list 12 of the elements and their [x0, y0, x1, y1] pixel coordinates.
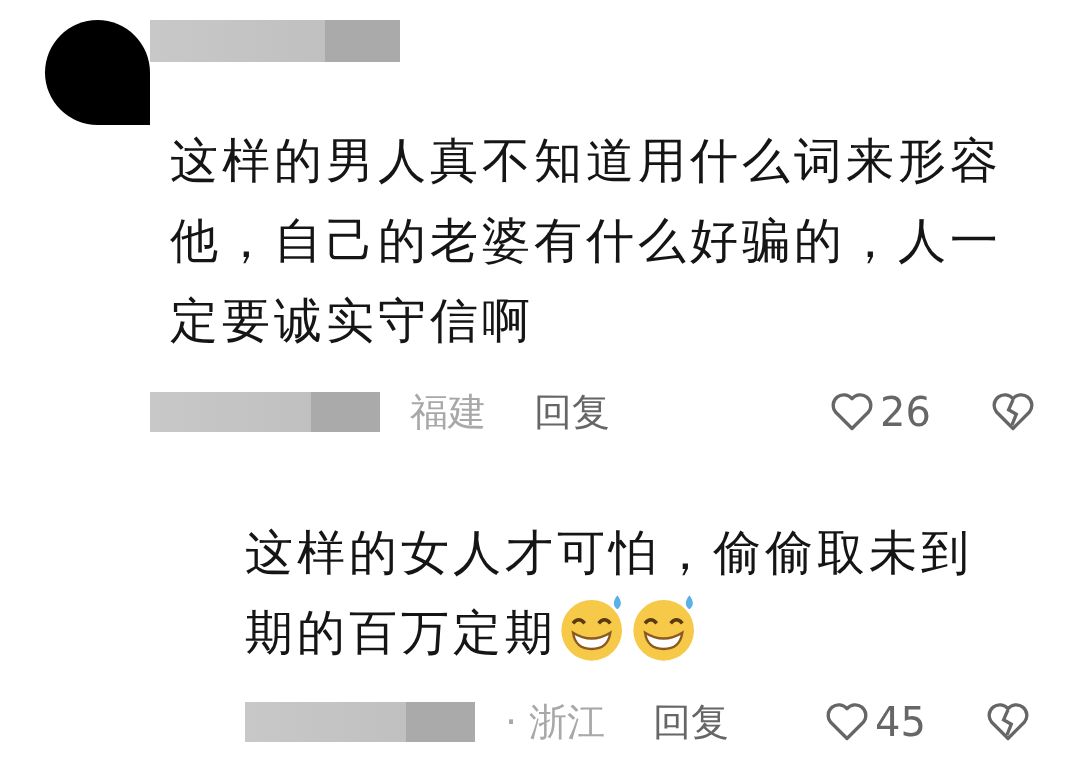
comment-text: 这样的女人才可怕，偷偷取未到期的百万定期	[245, 512, 1030, 672]
heart-icon[interactable]	[830, 392, 875, 432]
comment-text: 这样的男人真不知道用什么词来形容他，自己的老婆有什么好骗的，人一定要诚实守信啊	[170, 131, 1003, 350]
like-count: 26	[880, 389, 931, 435]
reply-button[interactable]: 回复	[653, 696, 730, 748]
heart-icon[interactable]	[825, 702, 870, 742]
broken-heart-icon[interactable]	[986, 702, 1030, 742]
like-count: 45	[875, 699, 926, 745]
broken-heart-icon[interactable]	[991, 392, 1035, 432]
location-text: · 浙江	[505, 698, 606, 746]
reply-button[interactable]: 回复	[534, 386, 610, 438]
location-text: 福建	[410, 388, 486, 436]
